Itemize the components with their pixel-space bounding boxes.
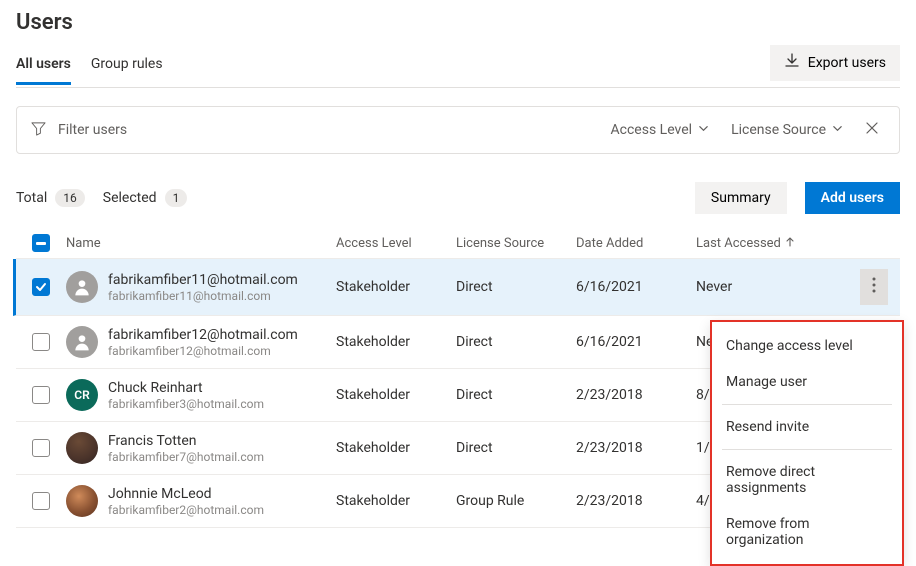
cell-license-source: Direct (456, 440, 576, 456)
total-count: Total 16 (16, 189, 85, 207)
cell-last-accessed: Never (696, 279, 860, 295)
avatar: CR (66, 379, 98, 411)
cell-license-source: Direct (456, 387, 576, 403)
menu-resend-invite[interactable]: Resend invite (712, 409, 902, 445)
cell-access-level: Stakeholder (336, 440, 456, 456)
filter-input[interactable] (56, 121, 595, 139)
user-display-name: Chuck Reinhart (108, 380, 264, 396)
selected-value: 1 (165, 189, 188, 207)
cell-access-level: Stakeholder (336, 493, 456, 509)
col-date-added[interactable]: Date Added (576, 236, 696, 251)
menu-remove-direct-assignments[interactable]: Remove direct assignments (712, 454, 902, 506)
user-display-name: Francis Totten (108, 433, 264, 449)
selected-count: Selected 1 (103, 189, 188, 207)
user-email: fabrikamfiber11@hotmail.com (108, 289, 298, 303)
cell-date-added: 2/23/2018 (576, 493, 696, 509)
tab-group-rules[interactable]: Group rules (91, 48, 163, 84)
col-last-accessed[interactable]: Last Accessed (696, 236, 860, 251)
user-email: fabrikamfiber7@hotmail.com (108, 450, 264, 464)
cell-date-added: 6/16/2021 (576, 279, 696, 295)
cell-date-added: 2/23/2018 (576, 387, 696, 403)
row-checkbox[interactable] (32, 492, 50, 510)
clear-filter-button[interactable] (859, 117, 885, 143)
table-header: Name Access Level License Source Date Ad… (16, 228, 900, 259)
close-icon (865, 121, 879, 139)
chevron-down-icon (698, 122, 709, 138)
row-checkbox[interactable] (32, 333, 50, 351)
user-display-name: Johnnie McLeod (108, 486, 264, 502)
download-icon (784, 53, 800, 73)
menu-manage-user[interactable]: Manage user (712, 364, 902, 400)
export-users-button[interactable]: Export users (770, 45, 900, 81)
row-checkbox[interactable] (32, 439, 50, 457)
total-value: 16 (55, 189, 85, 207)
export-users-label: Export users (808, 55, 886, 71)
cell-license-source: Group Rule (456, 493, 576, 509)
menu-separator (722, 449, 892, 450)
filter-access-level-label: Access Level (611, 122, 693, 138)
row-checkbox[interactable] (32, 386, 50, 404)
menu-remove-from-organization[interactable]: Remove from organization (712, 506, 902, 558)
cell-access-level: Stakeholder (336, 387, 456, 403)
col-access-level[interactable]: Access Level (336, 236, 456, 251)
user-display-name: fabrikamfiber12@hotmail.com (108, 327, 298, 343)
cell-access-level: Stakeholder (336, 334, 456, 350)
select-all-checkbox[interactable] (32, 234, 50, 252)
user-display-name: fabrikamfiber11@hotmail.com (108, 272, 298, 288)
filter-access-level-dropdown[interactable]: Access Level (605, 118, 716, 142)
menu-change-access-level[interactable]: Change access level (712, 328, 902, 364)
row-actions-button[interactable] (860, 269, 888, 305)
avatar (66, 271, 98, 303)
page-title: Users (16, 10, 900, 35)
cell-license-source: Direct (456, 334, 576, 350)
col-name[interactable]: Name (66, 236, 336, 251)
summary-button[interactable]: Summary (695, 182, 787, 214)
col-license-source[interactable]: License Source (456, 236, 576, 251)
add-users-button[interactable]: Add users (805, 182, 900, 214)
total-label: Total (16, 190, 47, 206)
cell-access-level: Stakeholder (336, 279, 456, 295)
user-email: fabrikamfiber2@hotmail.com (108, 503, 264, 517)
chevron-down-icon (832, 122, 843, 138)
col-last-accessed-label: Last Accessed (696, 236, 781, 251)
cell-date-added: 2/23/2018 (576, 440, 696, 456)
cell-date-added: 6/16/2021 (576, 334, 696, 350)
table-row[interactable]: fabrikamfiber11@hotmail.comfabrikamfiber… (13, 259, 900, 316)
row-checkbox[interactable] (32, 278, 50, 296)
filter-bar: Access Level License Source (16, 106, 900, 154)
selected-label: Selected (103, 190, 157, 206)
avatar (66, 326, 98, 358)
row-context-menu: Change access level Manage user Resend i… (710, 320, 904, 566)
user-email: fabrikamfiber3@hotmail.com (108, 397, 264, 411)
filter-license-source-label: License Source (731, 122, 826, 138)
sort-asc-icon (785, 236, 795, 251)
user-email: fabrikamfiber12@hotmail.com (108, 344, 298, 358)
more-vertical-icon (872, 277, 876, 297)
filter-license-source-dropdown[interactable]: License Source (725, 118, 849, 142)
filter-icon (31, 121, 46, 140)
cell-license-source: Direct (456, 279, 576, 295)
avatar (66, 485, 98, 517)
tab-all-users[interactable]: All users (16, 48, 71, 85)
menu-separator (722, 404, 892, 405)
avatar (66, 432, 98, 464)
